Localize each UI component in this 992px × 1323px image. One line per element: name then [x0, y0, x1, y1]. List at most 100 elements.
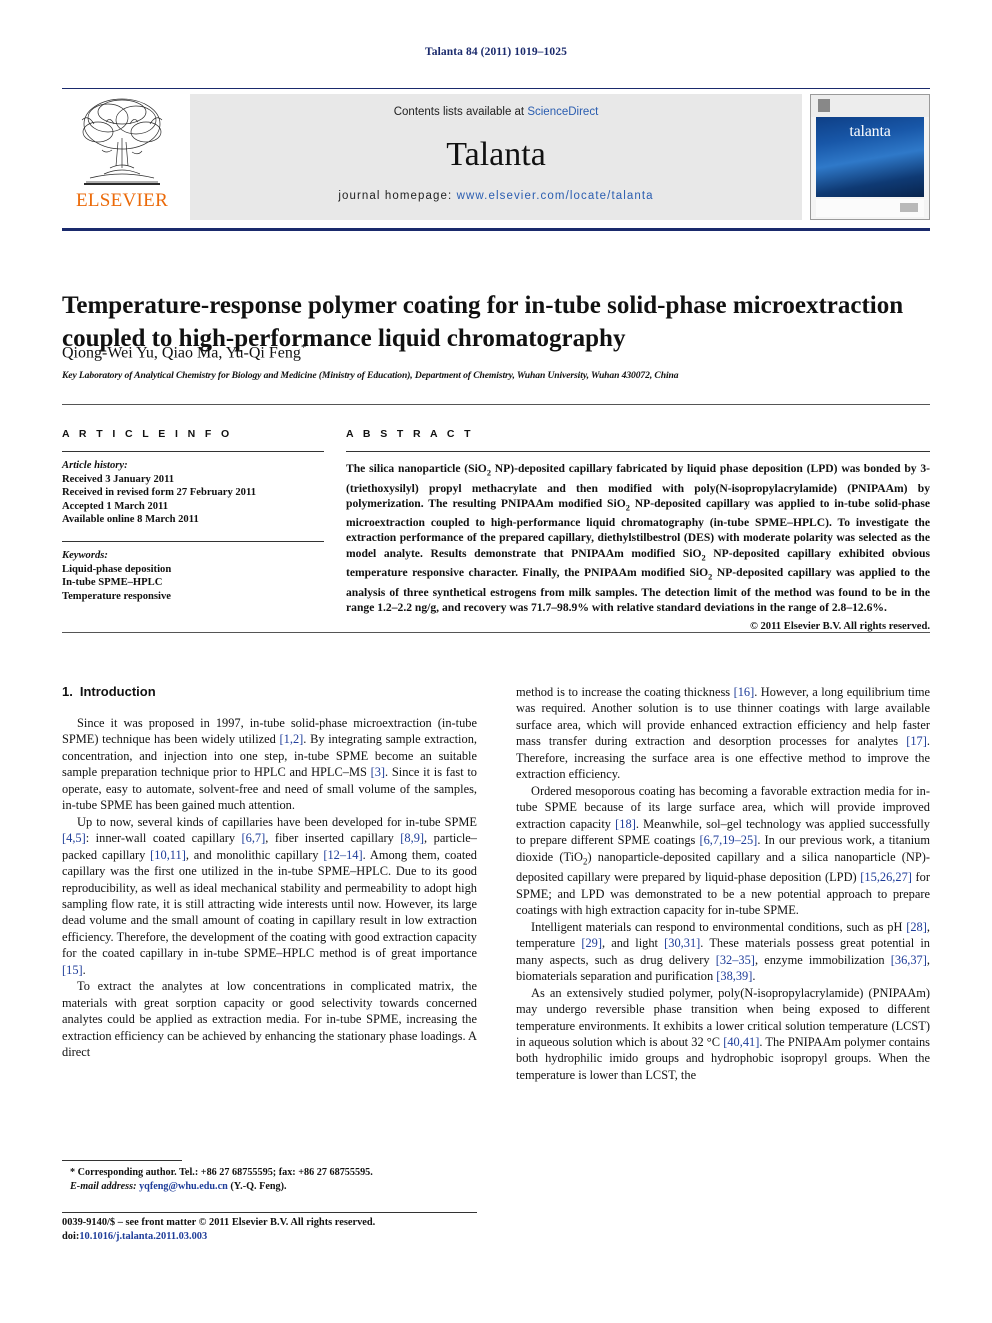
text-seg: , fiber inserted capillary	[265, 831, 401, 846]
article-history-block: Article history: Received 3 January 2011…	[62, 459, 324, 527]
citation-ref[interactable]: [16]	[734, 685, 755, 699]
text-seg: , and monolithic capillary	[185, 847, 324, 862]
doi-label: doi:	[62, 1231, 80, 1242]
citation-ref[interactable]: [8,9]	[400, 831, 424, 845]
text-seg: : inner-wall coated capillary	[85, 831, 242, 846]
journal-title: Talanta	[446, 136, 546, 173]
masthead-top-rule	[62, 88, 930, 89]
body-column-left: 1. Introduction Since it was proposed in …	[62, 684, 477, 1061]
section-heading-introduction: 1. Introduction	[62, 684, 477, 699]
footer-front-matter: 0039-9140/$ – see front matter © 2011 El…	[62, 1217, 376, 1228]
abstract-column: A B S T R A C T The silica nanoparticle …	[346, 428, 930, 632]
paragraph: method is to increase the coating thickn…	[516, 684, 930, 783]
text-seg: Up to now, several kinds of capillaries …	[77, 814, 477, 829]
running-head: Talanta 84 (2011) 1019–1025	[425, 46, 567, 58]
citation-ref[interactable]: [30,31]	[664, 936, 700, 950]
masthead-center-panel: Contents lists available at ScienceDirec…	[190, 94, 802, 220]
paragraph: Up to now, several kinds of capillaries …	[62, 814, 477, 979]
text-seg: method is to increase the coating thickn…	[516, 685, 734, 699]
contents-prefix: Contents lists available at	[393, 106, 528, 118]
corresponding-author-marker: *	[300, 342, 307, 354]
text-seg: .	[82, 962, 86, 977]
article-info-column: A R T I C L E I N F O Article history: R…	[62, 428, 324, 603]
citation-ref[interactable]: [10,11]	[150, 848, 186, 862]
homepage-url-link[interactable]: www.elsevier.com/locate/talanta	[457, 190, 654, 202]
text-seg: , enzyme immobilization	[754, 952, 891, 967]
citation-ref[interactable]: [40,41]	[723, 1035, 759, 1049]
body-column-right: method is to increase the coating thickn…	[516, 684, 930, 1083]
citation-ref[interactable]: [3]	[371, 765, 385, 779]
abstract-bottom-rule	[62, 632, 930, 633]
citation-ref[interactable]: [15,26,27]	[860, 870, 912, 884]
section-number: 1.	[62, 684, 73, 699]
footnote-line-2: E-mail address: yqfeng@whu.edu.cn (Y.-Q.…	[62, 1180, 477, 1194]
keywords-block: Keywords: Liquid-phase deposition In-tub…	[62, 549, 324, 603]
author-names: Qiong-Wei Yu, Qiao Ma, Yu-Qi Feng	[62, 344, 301, 362]
page-footer: 0039-9140/$ – see front matter © 2011 El…	[62, 1216, 532, 1244]
author-affiliation: Key Laboratory of Analytical Chemistry f…	[62, 370, 679, 381]
author-list: Qiong-Wei Yu, Qiao Ma, Yu-Qi Feng*	[62, 342, 930, 362]
elsevier-tree-icon	[81, 98, 163, 185]
abstract-copyright: © 2011 Elsevier B.V. All rights reserved…	[749, 621, 930, 633]
masthead-bottom-rule	[62, 228, 930, 231]
text-seg: Intelligent materials can respond to env…	[531, 919, 907, 934]
cover-top-strip	[811, 95, 929, 117]
cover-publisher-mark	[900, 203, 918, 212]
history-item: Received in revised form 27 February 201…	[62, 487, 256, 499]
cover-footer-strip	[816, 199, 924, 217]
citation-ref[interactable]: [17]	[906, 734, 927, 748]
text-seg: . Among them, coated capillary was the f…	[62, 847, 477, 961]
keywords-label: Keywords:	[62, 549, 108, 561]
journal-cover-thumbnail: talanta	[810, 94, 930, 220]
page-footer-rule	[62, 1212, 477, 1213]
email-suffix: (Y.-Q. Feng).	[227, 1181, 287, 1192]
section-title: Introduction	[79, 684, 156, 699]
footnote-contact: Corresponding author. Tel.: +86 27 68755…	[75, 1167, 373, 1178]
journal-homepage-line: journal homepage: www.elsevier.com/locat…	[190, 190, 802, 202]
homepage-label: journal homepage:	[338, 190, 453, 202]
email-label: E-mail address:	[70, 1181, 137, 1192]
abstract-rule	[346, 451, 930, 452]
history-item: Accepted 1 March 2011	[62, 500, 169, 512]
citation-ref[interactable]: [15]	[62, 963, 83, 977]
footer-doi-line: doi:10.1016/j.talanta.2011.03.003	[62, 1230, 532, 1244]
citation-ref[interactable]: [4,5]	[62, 831, 86, 845]
text-seg: .	[752, 969, 756, 984]
sciencedirect-link[interactable]: ScienceDirect	[527, 106, 598, 118]
cover-logo-mark	[818, 99, 830, 112]
contents-available-line: Contents lists available at ScienceDirec…	[190, 106, 802, 118]
article-info-rule	[62, 451, 324, 452]
elsevier-wordmark: ELSEVIER	[75, 190, 169, 211]
citation-ref[interactable]: [38,39]	[716, 969, 752, 983]
history-item: Received 3 January 2011	[62, 473, 175, 485]
corresponding-author-footnote: * Corresponding author. Tel.: +86 27 687…	[62, 1166, 477, 1194]
abstract-seg: The silica nanoparticle (SiO	[346, 462, 487, 475]
citation-ref[interactable]: [28]	[906, 920, 927, 934]
citation-ref[interactable]: [18]	[615, 817, 636, 831]
citation-ref[interactable]: [29]	[581, 936, 602, 950]
keywords-rule	[62, 540, 324, 542]
doi-link[interactable]: 10.1016/j.talanta.2011.03.003	[79, 1231, 207, 1242]
footnote-separator-rule	[62, 1160, 182, 1161]
journal-masthead: ELSEVIER Contents lists available at Sci…	[62, 92, 930, 222]
citation-ref[interactable]: [6,7]	[242, 831, 266, 845]
paragraph: As an extensively studied polymer, poly(…	[516, 985, 930, 1084]
keyword-item: Liquid-phase deposition	[62, 563, 172, 575]
footnote-line-1: * Corresponding author. Tel.: +86 27 687…	[62, 1166, 477, 1180]
citation-ref[interactable]: [1,2]	[280, 732, 304, 746]
citation-ref[interactable]: [12–14]	[323, 848, 362, 862]
title-separator-rule	[62, 404, 930, 405]
article-history-label: Article history:	[62, 460, 128, 471]
paragraph: Since it was proposed in 1997, in-tube s…	[62, 715, 477, 814]
cover-artwork: talanta	[816, 117, 924, 197]
cover-journal-title: talanta	[849, 123, 891, 140]
paragraph: Ordered mesoporous coating has becoming …	[516, 783, 930, 919]
citation-ref[interactable]: [36,37]	[891, 953, 927, 967]
keyword-item: In-tube SPME–HPLC	[62, 577, 163, 589]
paragraph: To extract the analytes at low concentra…	[62, 979, 477, 1060]
citation-ref[interactable]: [32–35]	[716, 953, 755, 967]
text-seg: , and light	[601, 936, 665, 951]
email-link[interactable]: yqfeng@whu.edu.cn	[139, 1181, 228, 1192]
paper-page: Talanta 84 (2011) 1019–1025 ELSEVIER Con…	[0, 0, 992, 1323]
citation-ref[interactable]: [6,7,19–25]	[699, 833, 757, 847]
